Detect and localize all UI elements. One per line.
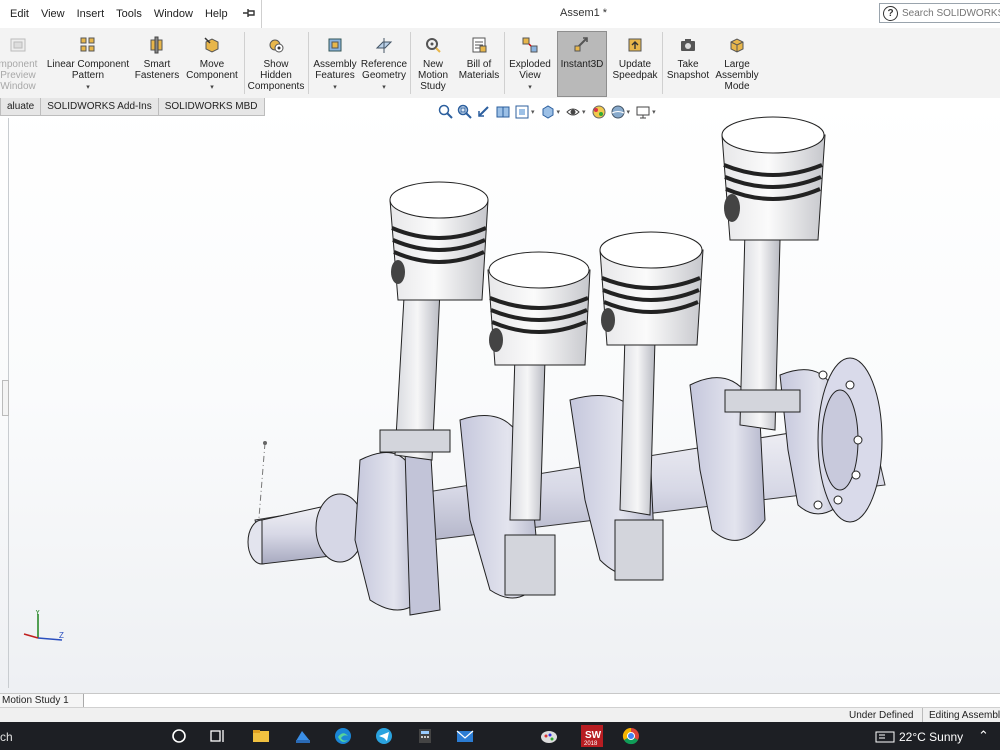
reference-geometry-icon [360,36,408,57]
mail-icon[interactable] [456,727,474,745]
menu-window[interactable]: Window [148,8,199,20]
assembly-features-button[interactable]: Assembly Features ▾ [310,32,360,96]
bill-of-materials-icon [456,36,502,57]
file-explorer-icon[interactable] [252,727,270,745]
preview-window-icon [0,36,42,57]
move-component-button[interactable]: Move Component ▾ [182,32,242,96]
large-assembly-mode-button[interactable]: Large Assembly Mode [713,32,761,96]
weather-widget-icon[interactable] [875,731,895,743]
crankshaft-front-stub [247,493,365,565]
assembly-features-icon [310,36,360,57]
tab-solidworks-add-ins[interactable]: SOLIDWORKS Add-Ins [40,98,159,116]
svg-text:Y: Y [35,610,41,617]
panel-collapse-handle[interactable] [2,380,9,416]
instant3d-button[interactable]: Instant3D [557,31,607,97]
status-editing-assembly: Editing Assembly [922,708,1000,723]
speedpak-icon [610,36,660,57]
motion-study-icon [412,36,454,57]
telegram-icon[interactable] [375,727,393,745]
instant3d-icon [558,36,606,57]
centerline [257,442,266,531]
menu-help[interactable]: Help [199,8,234,20]
bill-of-materials-button[interactable]: Bill of Materials [456,32,502,96]
dropdown-caret-icon[interactable]: ▾ [506,82,554,93]
crankshaft-assembly-model[interactable] [230,110,910,630]
smart-fasteners-icon [134,36,180,57]
linear-pattern-icon [44,36,132,57]
command-manager-tabs: aluate SOLIDWORKS Add-Ins SOLIDWORKS MBD [0,98,265,116]
menu-view[interactable]: View [35,8,71,20]
smart-fasteners-button[interactable]: Smart Fasteners [134,32,180,96]
ribbon-separator [662,32,663,94]
pin-icon[interactable] [242,7,256,22]
cortana-icon[interactable] [170,727,188,745]
exploded-view-button[interactable]: Exploded View ▾ [506,32,554,96]
dropdown-caret-icon[interactable]: ▾ [310,82,360,93]
menu-edit[interactable]: Edit [4,8,35,20]
svg-text:SW: SW [585,730,602,741]
dropdown-caret-icon[interactable]: ▾ [182,82,242,93]
weather-text[interactable]: 22°C Sunny [899,730,963,744]
solidworks-icon[interactable]: SW2018 [581,725,603,747]
reference-geometry-button[interactable]: Reference Geometry ▾ [360,32,408,96]
menu-insert[interactable]: Insert [71,8,111,20]
take-snapshot-button[interactable]: Take Snapshot [664,32,712,96]
task-view-icon[interactable] [208,727,226,745]
calculator-icon[interactable] [416,727,434,745]
tab-evaluate[interactable]: aluate [0,98,42,116]
move-component-icon [182,36,242,57]
help-icon: ? [883,5,898,21]
status-bar: Under Defined Editing Assembly [0,707,1000,723]
camera-icon [664,36,712,57]
search-input[interactable] [902,7,1000,19]
dropdown-caret-icon[interactable]: ▾ [44,82,132,93]
command-manager: mponent Preview Window Linear Component … [0,28,1000,99]
linear-component-pattern-button[interactable]: Linear Component Pattern ▾ [44,32,132,96]
dropdown-caret-icon[interactable]: ▾ [360,82,408,93]
origin-point [263,441,267,445]
help-search-box[interactable]: ? [879,3,1000,23]
component-preview-window-button[interactable]: mponent Preview Window [0,32,42,96]
ribbon-separator [308,32,309,94]
tab-motion-study-1[interactable]: Motion Study 1 [0,694,84,708]
menu-bar: Edit View Insert Tools Window Help Assem… [0,0,1000,29]
show-hidden-icon [246,36,306,57]
chrome-icon[interactable] [622,727,640,745]
show-hidden-components-button[interactable]: Show Hidden Components [246,32,306,96]
photos-icon[interactable] [294,727,312,745]
edge-icon[interactable] [334,727,352,745]
large-assembly-icon [713,36,761,57]
status-under-defined: Under Defined [849,710,914,721]
main-menu: Edit View Insert Tools Window Help [0,0,262,28]
ribbon-separator [410,32,411,94]
update-speedpak-button[interactable]: Update Speedpak [610,32,660,96]
exploded-view-icon [506,36,554,57]
document-title: Assem1 * [560,7,608,19]
windows-taskbar: ch SW 2018 22°C Sunny ⌃ [0,722,1000,750]
bottom-tab-strip: Motion Study 1 [0,693,1000,708]
chevron-up-icon[interactable]: ⌃ [978,728,989,744]
svg-text:2018: 2018 [584,741,598,747]
menu-tools[interactable]: Tools [110,8,148,20]
coordinate-triad-icon: Y Z [23,610,64,641]
paint-icon[interactable] [540,727,558,745]
svg-text:Z: Z [59,631,64,640]
new-motion-study-button[interactable]: New Motion Study [412,32,454,96]
ribbon-separator [504,32,505,94]
ribbon-separator [244,32,245,94]
taskbar-search-label[interactable]: ch [0,730,13,744]
